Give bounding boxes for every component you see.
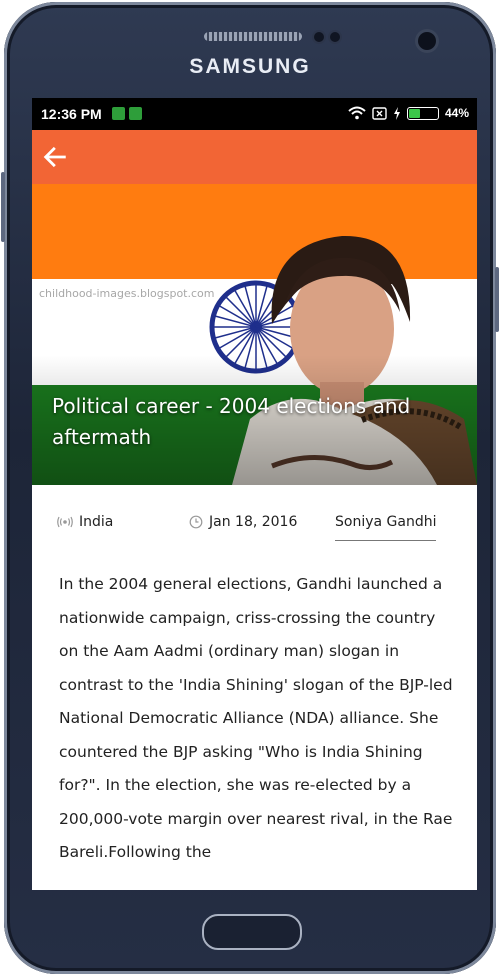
no-sim-icon: [372, 106, 387, 120]
power-button: [495, 267, 499, 332]
meta-location: India: [57, 514, 113, 530]
article-body: In the 2004 general elections, Gandhi la…: [59, 575, 453, 861]
earpiece-speaker: [204, 32, 302, 41]
notification-icon: [129, 107, 142, 120]
status-icons: 44%: [348, 106, 469, 120]
device-brand: SAMSUNG: [189, 55, 311, 78]
app-screen: 12:36 PM 44% childhood-images.blogspot.c…: [32, 98, 477, 890]
image-watermark: childhood-images.blogspot.com: [39, 287, 215, 300]
front-camera-icon: [418, 32, 436, 50]
volume-button: [1, 172, 5, 242]
author-link[interactable]: Soniya Gandhi: [335, 514, 437, 541]
home-button[interactable]: [202, 914, 302, 950]
arrow-left-icon[interactable]: [41, 143, 69, 171]
article-title: Political career - 2004 elections and af…: [52, 394, 411, 449]
location-label: India: [79, 514, 114, 530]
app-toolbar: [32, 130, 477, 184]
charging-icon: [393, 106, 400, 120]
phone-frame: SAMSUNG 12:36 PM 44% childhood-images.bl…: [1, 2, 499, 974]
status-bar: 12:36 PM 44%: [32, 98, 477, 130]
battery-percent: 44%: [444, 106, 469, 120]
broadcast-icon: [57, 516, 73, 528]
light-sensor: [330, 32, 340, 42]
wifi-icon: [348, 106, 366, 120]
meta-date: Jan 18, 2016: [189, 514, 297, 530]
notification-icon: [112, 107, 125, 120]
hero-image: childhood-images.blogspot.com Political …: [32, 184, 477, 485]
date-label: Jan 18, 2016: [209, 514, 298, 530]
proximity-sensor: [314, 32, 324, 42]
status-time: 12:36 PM: [41, 106, 102, 122]
clock-icon: [189, 515, 203, 529]
article-meta: India Jan 18, 2016 Soniya Gandhi: [32, 510, 477, 546]
battery-icon: [406, 106, 439, 120]
